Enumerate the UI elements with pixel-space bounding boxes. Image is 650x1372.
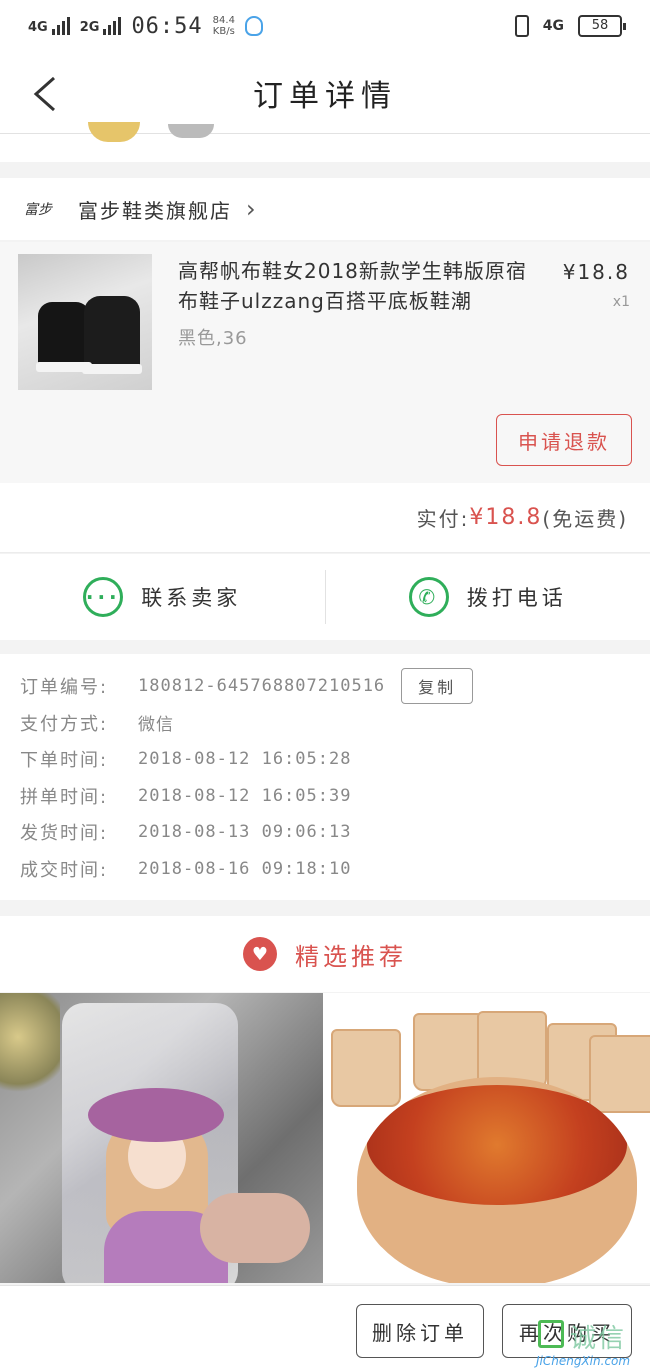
contact-seller-button[interactable]: ··· 联系卖家 <box>0 554 325 640</box>
store-logo: 富步 <box>24 202 52 218</box>
order-details: 订单编号: 180812-645768807210516 复制 支付方式: 微信… <box>0 654 650 900</box>
ship-time-row: 发货时间: 2018-08-13 09:06:13 <box>20 814 650 851</box>
chat-bubble-icon: ··· <box>83 577 124 617</box>
product-title[interactable]: 高帮帆布鞋女2018新款学生韩版原宿布鞋子ulzzang百搭平底板鞋潮 <box>178 256 538 316</box>
detail-label: 拼单时间: <box>20 786 109 808</box>
copy-button[interactable]: 复制 <box>401 668 474 705</box>
detail-value: 2018-08-12 16:05:39 <box>138 785 352 806</box>
watermark: 诚信 JiChengXin.com <box>530 1318 650 1372</box>
recommend-item-noodles[interactable] <box>327 993 650 1283</box>
recommend-grid <box>0 993 650 1283</box>
signal2-label: 2G <box>79 20 100 35</box>
heart-icon: ♥ <box>243 937 277 971</box>
page-title: 订单详情 <box>253 78 397 114</box>
network-speed: 84.4 KB/s <box>213 15 235 37</box>
status-bar: 4G 2G 06:54 84.4 KB/s 4G 58 <box>0 0 650 52</box>
product-item[interactable]: 高帮帆布鞋女2018新款学生韩版原宿布鞋子ulzzang百搭平底板鞋潮 黑色,3… <box>0 242 650 397</box>
recommend-title: 精选推荐 <box>295 942 407 971</box>
recommend-item-phone-case[interactable] <box>0 993 323 1283</box>
detail-value: 微信 <box>138 715 174 736</box>
contact-seller-label: 联系卖家 <box>141 586 242 610</box>
product-spec: 黑色,36 <box>178 328 248 349</box>
group-time-row: 拼单时间: 2018-08-12 16:05:39 <box>20 778 650 815</box>
recommend-header: ♥ 精选推荐 <box>0 916 650 992</box>
detail-label: 成交时间: <box>20 859 109 881</box>
detail-value: 2018-08-16 09:18:10 <box>138 858 352 879</box>
store-row[interactable]: 富步 富步鞋类旗舰店 › <box>0 178 650 240</box>
payment-method-row: 支付方式: 微信 <box>20 705 650 742</box>
vibrate-icon <box>514 15 529 37</box>
status-time: 06:54 <box>131 13 203 39</box>
speed-value: 84.4 <box>212 15 235 26</box>
qq-icon <box>244 16 263 36</box>
detail-value: 2018-08-12 16:05:28 <box>138 749 352 770</box>
chevron-right-icon[interactable]: › <box>246 195 256 223</box>
store-name[interactable]: 富步鞋类旗舰店 <box>78 195 232 224</box>
paid-amount: ¥18.8 <box>469 505 543 530</box>
product-quantity: x1 <box>612 294 630 310</box>
signal1-label: 4G <box>28 20 48 35</box>
phone-icon: ✆ <box>408 577 449 617</box>
detail-value: 2018-08-13 09:06:13 <box>138 822 352 843</box>
refund-button[interactable]: 申请退款 <box>496 414 632 466</box>
battery-icon: 58 <box>578 15 626 37</box>
detail-label: 下单时间: <box>20 750 109 772</box>
delete-order-button[interactable]: 删除订单 <box>356 1304 484 1358</box>
watermark-text: 诚信 <box>570 1324 627 1354</box>
call-label: 拨打电话 <box>466 586 567 610</box>
signal-icon: 4G <box>28 17 70 35</box>
call-button[interactable]: ✆ 拨打电话 <box>326 554 650 640</box>
detail-label: 订单编号: <box>20 677 109 699</box>
chevron-left-icon[interactable] <box>28 74 68 114</box>
paid-label: 实付: <box>416 507 470 531</box>
network-type: 4G <box>542 18 564 34</box>
contact-row: ··· 联系卖家 ✆ 拨打电话 <box>0 554 650 640</box>
battery-level: 58 <box>591 18 609 33</box>
watermark-url: JiChengXin.com <box>536 1354 631 1368</box>
order-number-row: 订单编号: 180812-645768807210516 复制 <box>20 668 650 705</box>
order-time-row: 下单时间: 2018-08-12 16:05:28 <box>20 741 650 778</box>
deal-time-row: 成交时间: 2018-08-16 09:18:10 <box>20 851 650 888</box>
product-image[interactable] <box>18 254 152 390</box>
refund-row: 申请退款 <box>0 397 650 483</box>
previous-content-peek <box>0 122 650 162</box>
signal2-icon: 2G <box>80 17 122 35</box>
watermark-logo <box>538 1320 564 1348</box>
payment-summary: 实付: ¥18.8 (免运费) <box>0 483 650 553</box>
speed-unit: KB/s <box>212 26 235 37</box>
shipping-note: (免运费) <box>542 507 628 531</box>
detail-label: 发货时间: <box>20 823 109 845</box>
order-number: 180812-645768807210516 <box>138 676 386 697</box>
product-price: ¥18.8 <box>562 260 630 284</box>
detail-label: 支付方式: <box>20 713 109 735</box>
